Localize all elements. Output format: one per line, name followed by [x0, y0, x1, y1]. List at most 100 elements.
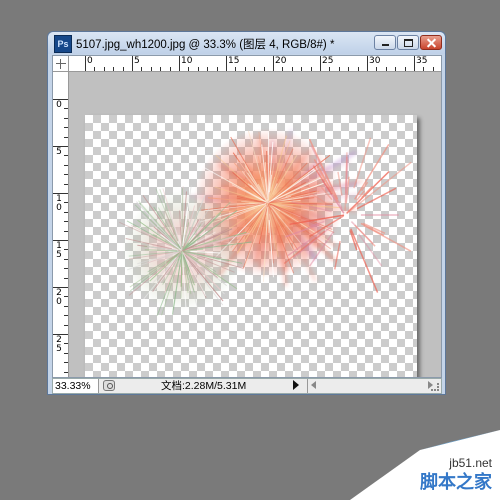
firework-image [119, 128, 412, 316]
ruler-tick [395, 67, 397, 71]
ruler-tick [423, 67, 425, 71]
watermark: jb51.net 脚本之家 [350, 430, 500, 500]
firework-ray [362, 222, 386, 235]
ruler-tick [179, 56, 180, 71]
ruler-tick [367, 56, 368, 71]
arrow-right-icon[interactable] [293, 380, 299, 390]
ruler-tick [432, 67, 434, 71]
image-canvas[interactable] [85, 115, 417, 377]
ruler-label: 20 [56, 288, 62, 307]
ruler-tick [207, 67, 209, 71]
ruler-tick [64, 174, 68, 176]
vertical-ruler[interactable]: 0 5 10 15 20 25 [53, 72, 69, 377]
ruler-tick [216, 67, 218, 71]
maximize-button[interactable] [397, 35, 419, 50]
ruler-label: 30 [369, 56, 381, 66]
ruler-tick [64, 136, 68, 138]
ruler-tick [169, 67, 171, 71]
ruler-tick [64, 268, 68, 270]
ruler-label: 10 [181, 56, 193, 66]
status-divider [307, 379, 308, 393]
document-window: Ps 5107.jpg_wh1200.jpg @ 33.3% (图层 4, RG… [47, 31, 446, 395]
ruler-tick [150, 67, 152, 71]
ruler-label: 25 [322, 56, 334, 66]
firework-ray [358, 233, 383, 267]
ruler-tick [320, 56, 321, 71]
window-title: 5107.jpg_wh1200.jpg @ 33.3% (图层 4, RGB/8… [76, 39, 335, 51]
firework-ray [356, 187, 397, 210]
firework-ray [360, 222, 385, 237]
ruler-label: 20 [275, 56, 287, 66]
ruler-tick [103, 67, 105, 71]
ruler-tick [141, 67, 143, 71]
ruler-tick [226, 56, 227, 71]
ruler-tick [64, 202, 68, 204]
photoshop-icon: Ps [54, 35, 72, 53]
status-bar: 33.33% 文档:2.28M/5.31M [52, 378, 442, 394]
ruler-tick [94, 67, 96, 71]
ruler-label: 5 [134, 56, 140, 66]
ruler-tick [64, 164, 68, 166]
ruler-tick [348, 67, 350, 71]
ruler-tick [376, 67, 378, 71]
minimize-button[interactable] [374, 35, 396, 50]
ruler-tick [357, 67, 359, 71]
ruler-tick [64, 343, 68, 345]
ruler-label: 15 [228, 56, 240, 66]
ruler-tick [338, 67, 340, 71]
ruler-tick [64, 296, 68, 298]
ruler-tick [310, 67, 312, 71]
ruler-label: 25 [56, 335, 62, 354]
ruler-tick [132, 56, 133, 71]
horizontal-ruler[interactable]: 0 5 10 15 20 25 30 35 [69, 56, 441, 72]
ruler-label: 35 [416, 56, 428, 66]
document-size-info: 文档:2.28M/5.31M [161, 380, 247, 392]
ruler-tick [64, 371, 68, 373]
zoom-level-field[interactable]: 33.33% [53, 379, 99, 393]
ruler-label: 0 [87, 56, 93, 66]
ruler-tick [64, 362, 68, 364]
ruler-tick [64, 155, 68, 157]
ruler-tick [385, 67, 387, 71]
ruler-tick [263, 67, 265, 71]
ruler-origin[interactable] [53, 56, 69, 72]
ruler-label: 15 [56, 241, 62, 260]
ruler-tick [122, 67, 124, 71]
ruler-tick [64, 117, 68, 119]
ruler-tick [64, 108, 68, 110]
ruler-tick [301, 67, 303, 71]
ruler-tick [414, 56, 415, 71]
ruler-label: 10 [56, 194, 62, 213]
ruler-tick [64, 324, 68, 326]
ruler-tick [291, 67, 293, 71]
title-bar[interactable]: Ps 5107.jpg_wh1200.jpg @ 33.3% (图层 4, RG… [48, 32, 445, 54]
ruler-tick [254, 67, 256, 71]
ruler-tick [85, 56, 86, 71]
watermark-name: 脚本之家 [420, 472, 492, 493]
firework-ray [348, 161, 412, 213]
ruler-tick [64, 249, 68, 251]
ruler-tick [282, 67, 284, 71]
ruler-tick [235, 67, 237, 71]
firework-ray [180, 251, 183, 287]
scroll-left-icon[interactable] [311, 381, 316, 389]
ruler-tick [113, 67, 115, 71]
ruler-tick [64, 230, 68, 232]
ruler-label: 0 [56, 100, 62, 110]
close-button[interactable] [420, 35, 442, 50]
ruler-tick [160, 67, 162, 71]
resize-grip-icon[interactable] [431, 383, 439, 391]
ruler-tick [64, 211, 68, 213]
firework-ray [267, 132, 270, 201]
ruler-label: 5 [56, 147, 62, 157]
ruler-tick [64, 315, 68, 317]
ruler-tick [197, 67, 199, 71]
document-status-icon[interactable] [103, 380, 115, 391]
ruler-tick [64, 258, 68, 260]
ruler-tick [64, 277, 68, 279]
ruler-tick [64, 183, 68, 185]
document-area: 0 5 10 15 20 25 30 35 0 5 10 15 20 25 [52, 55, 442, 378]
ruler-tick [244, 67, 246, 71]
ruler-tick [404, 67, 406, 71]
ruler-tick [329, 67, 331, 71]
